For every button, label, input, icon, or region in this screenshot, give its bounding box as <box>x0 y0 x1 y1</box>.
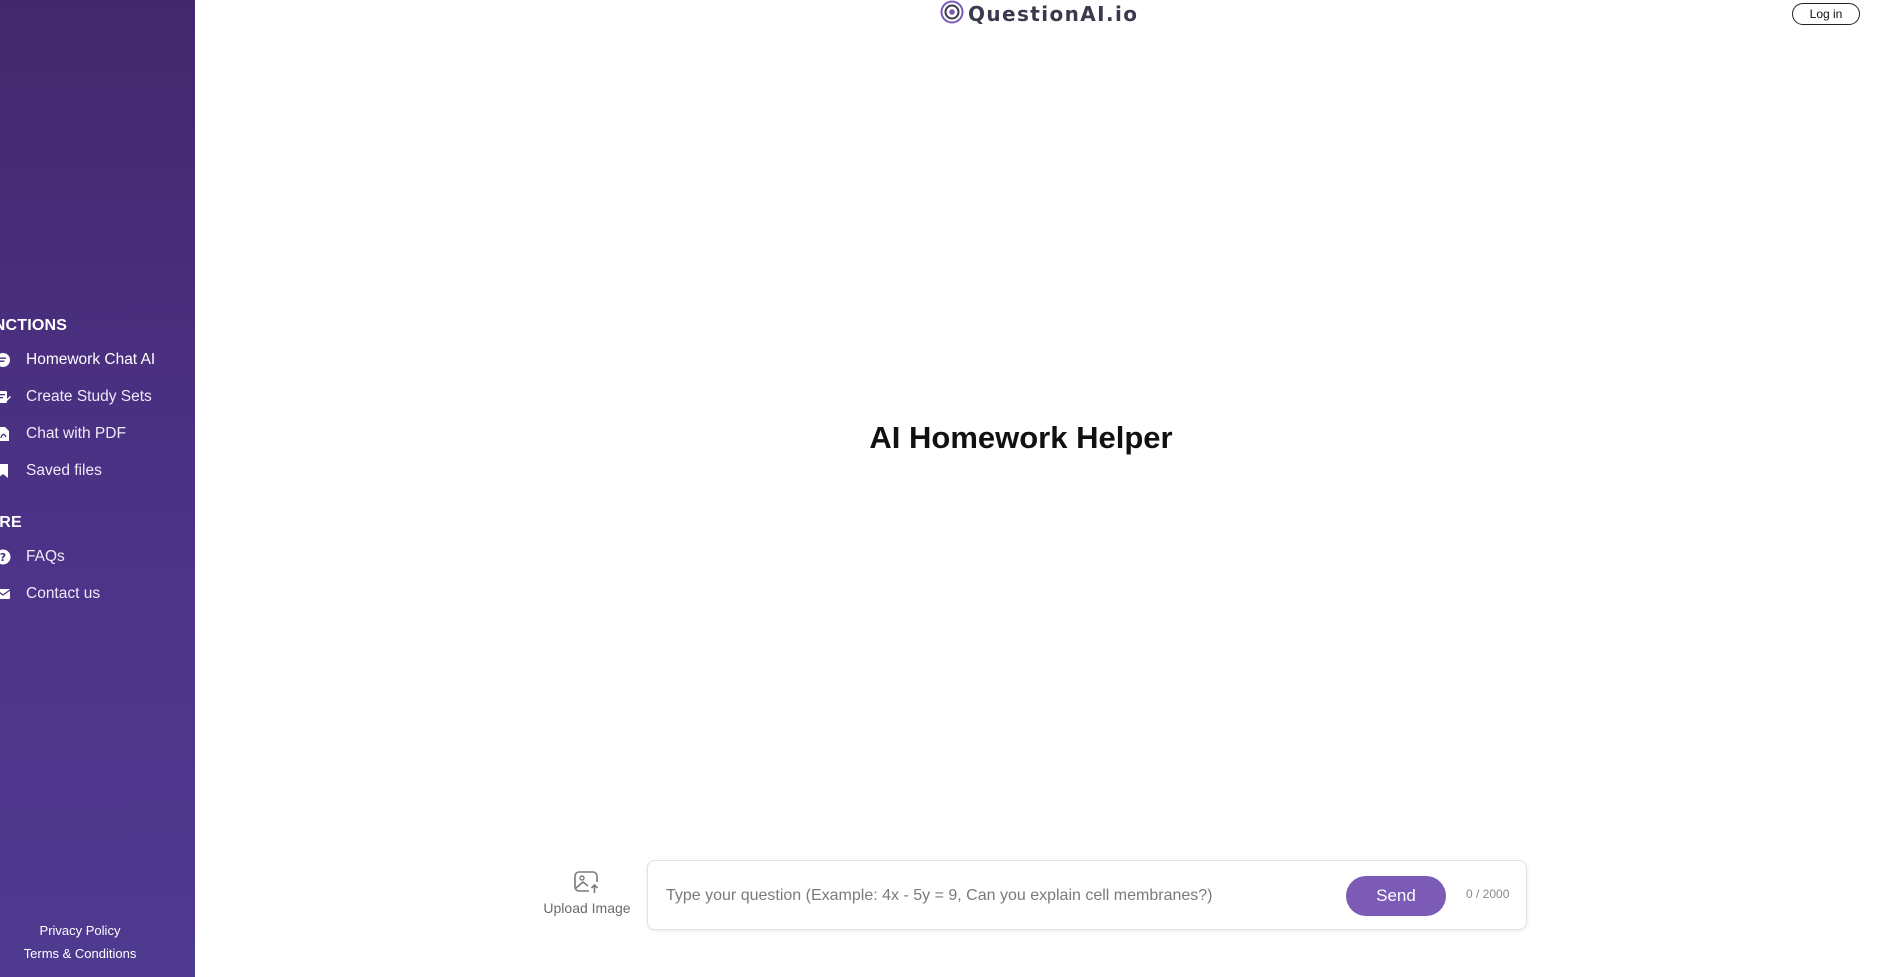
sidebar-item-faqs[interactable]: ? FAQs <box>0 543 65 571</box>
page-title: AI Homework Helper <box>195 420 1885 456</box>
page-title-text: AI Homework Helper <box>869 420 1173 455</box>
image-upload-icon <box>573 868 601 896</box>
envelope-icon <box>0 585 12 603</box>
sidebar-item-saved-files[interactable]: Saved files <box>0 457 102 485</box>
question-circle-icon: ? <box>0 548 12 566</box>
bookmark-icon <box>0 462 12 480</box>
brand-logo[interactable]: QuestionAI.io <box>940 0 1138 28</box>
question-input[interactable] <box>664 879 1348 913</box>
sidebar-item-contact-us[interactable]: Contact us <box>0 580 100 608</box>
sidebar-item-label: Create Study Sets <box>26 388 152 405</box>
target-logo-icon <box>940 0 964 29</box>
svg-text:?: ? <box>0 551 6 564</box>
sidebar-item-label: Chat with PDF <box>26 425 126 442</box>
sidebar-item-create-study-sets[interactable]: Create Study Sets <box>0 383 152 411</box>
section-title-more: IORE <box>0 514 22 531</box>
terms-conditions-link[interactable]: Terms & Conditions <box>0 942 160 965</box>
sidebar-footer: Privacy Policy Terms & Conditions <box>0 919 160 965</box>
privacy-policy-link[interactable]: Privacy Policy <box>0 919 160 942</box>
pdf-file-icon <box>0 425 12 443</box>
upload-image-button[interactable]: Upload Image <box>540 868 634 916</box>
brand-name: QuestionAI.io <box>968 2 1139 26</box>
upload-image-label: Upload Image <box>543 900 631 916</box>
character-counter: 0 / 2000 <box>1466 887 1510 901</box>
section-title-functions: UNCTIONS <box>0 317 68 334</box>
sidebar-item-label: FAQs <box>26 548 65 565</box>
sidebar-item-label: Saved files <box>26 462 102 479</box>
sidebar: UNCTIONS Homework Chat AI Create Study S… <box>0 0 195 977</box>
question-composer: Send 0 / 2000 <box>647 860 1527 930</box>
login-button[interactable]: Log in <box>1792 3 1860 25</box>
study-sets-icon <box>0 388 12 406</box>
send-button[interactable]: Send <box>1346 876 1446 916</box>
chat-bubble-icon <box>0 351 12 369</box>
sidebar-item-homework-chat-ai[interactable]: Homework Chat AI <box>0 346 155 374</box>
sidebar-item-label: Contact us <box>26 585 101 602</box>
sidebar-item-label: Homework Chat AI <box>26 351 156 368</box>
sidebar-item-chat-with-pdf[interactable]: Chat with PDF <box>0 420 126 448</box>
